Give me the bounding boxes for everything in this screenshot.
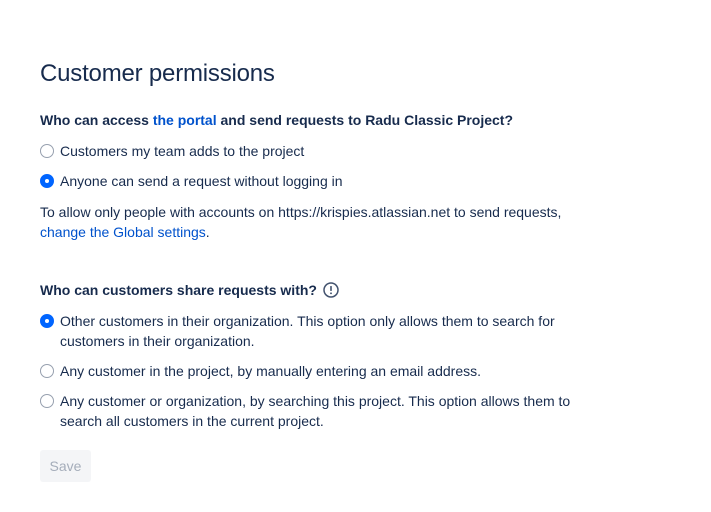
change-global-settings-link[interactable]: change the Global settings [40,224,206,240]
sharing-option-search-project[interactable]: Any customer or organization, by searchi… [40,392,600,431]
radio-search-project[interactable] [40,394,54,408]
sharing-option-organization[interactable]: Other customers in their organization. T… [40,312,600,351]
radio-label-anyone[interactable]: Anyone can send a request without loggin… [60,171,343,191]
radio-anyone[interactable] [40,174,54,188]
info-circle-icon[interactable] [323,282,339,298]
radio-label-team-adds[interactable]: Customers my team adds to the project [60,141,304,161]
radio-any-customer-email[interactable] [40,364,54,378]
access-option-anyone[interactable]: Anyone can send a request without loggin… [40,172,600,191]
radio-label-search-project[interactable]: Any customer or organization, by searchi… [60,391,600,431]
sharing-option-any-customer-email[interactable]: Any customer in the project, by manually… [40,362,600,381]
page-title: Customer permissions [40,60,275,88]
global-settings-note-text: To allow only people with accounts on ht… [40,204,562,220]
access-question-prefix: Who can access [40,112,153,128]
radio-team-adds[interactable] [40,144,54,158]
radio-organization[interactable] [40,314,54,328]
save-button[interactable]: Save [40,450,91,482]
global-settings-note: To allow only people with accounts on ht… [40,202,620,242]
access-question: Who can access the portal and send reque… [40,112,513,128]
radio-label-any-customer-email[interactable]: Any customer in the project, by manually… [60,361,481,381]
sharing-question-text: Who can customers share requests with? [40,282,317,298]
access-question-suffix: and send requests to Radu Classic Projec… [216,112,514,128]
global-settings-note-end: . [205,224,210,240]
access-option-team-adds[interactable]: Customers my team adds to the project [40,142,600,161]
sharing-question: Who can customers share requests with? [40,282,339,298]
radio-label-organization[interactable]: Other customers in their organization. T… [60,311,600,351]
portal-link[interactable]: the portal [153,112,217,128]
